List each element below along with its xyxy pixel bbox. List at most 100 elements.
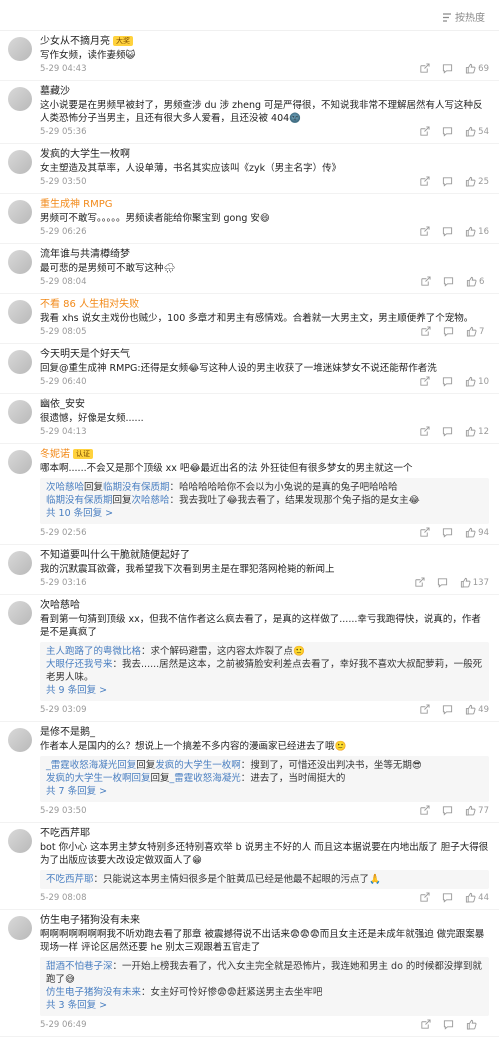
like-icon[interactable]: [465, 426, 476, 437]
share-icon[interactable]: [414, 577, 425, 588]
reply-icon[interactable]: [443, 326, 454, 337]
reply-icon[interactable]: [442, 63, 453, 74]
avatar[interactable]: [8, 37, 32, 61]
reply-icon[interactable]: [443, 1019, 454, 1030]
reply-author[interactable]: 临期没有保质期: [46, 495, 113, 506]
reply-author[interactable]: 发疯的大学生一枚啊回复: [46, 773, 151, 784]
like-icon[interactable]: [465, 63, 476, 74]
avatar[interactable]: [8, 300, 32, 324]
share-icon[interactable]: [419, 892, 430, 903]
avatar[interactable]: [8, 551, 32, 575]
like-icon[interactable]: [465, 376, 476, 387]
comment-author[interactable]: 今天明天是个好天气: [40, 349, 130, 360]
reply-icon[interactable]: [442, 176, 453, 187]
like-icon[interactable]: [466, 326, 477, 337]
reply-icon[interactable]: [442, 226, 453, 237]
comment-author[interactable]: 不知道要叫什么干脆就随便起好了: [40, 550, 190, 561]
more-replies-link[interactable]: 共 3 条回复 >: [46, 999, 483, 1013]
comment-author[interactable]: 幽依_安安: [40, 399, 85, 410]
comment-author[interactable]: 次哈慈哈: [40, 600, 80, 611]
reply-item: 发疯的大学生一枚啊回复回复_雷霆收怒海凝光：进去了，当时闹挺大的: [46, 772, 483, 785]
reply-target[interactable]: 发疯的大学生一枚啊: [155, 760, 241, 771]
share-icon[interactable]: [420, 276, 431, 287]
like-icon[interactable]: [465, 126, 476, 137]
avatar[interactable]: [8, 87, 32, 111]
reply-author[interactable]: 主人跑路了的粤微比格: [46, 646, 141, 657]
like-icon[interactable]: [466, 1019, 477, 1030]
share-icon[interactable]: [419, 805, 430, 816]
like-icon[interactable]: [465, 527, 476, 538]
reply-target[interactable]: 次哈慈哈: [132, 495, 170, 506]
avatar[interactable]: [8, 601, 32, 625]
like-icon[interactable]: [465, 704, 476, 715]
reply-author[interactable]: 不吃西芹耶: [46, 874, 94, 885]
like-count: 49: [478, 705, 489, 715]
comment-author[interactable]: 冬妮诺: [40, 449, 70, 460]
reply-icon[interactable]: [443, 276, 454, 287]
comment-text: 最可悲的是男频可不敢写这种🌧: [40, 263, 176, 274]
more-replies-link[interactable]: 共 7 条回复 >: [46, 785, 483, 799]
comment-author[interactable]: 仿生电子猪狗没有未来: [40, 915, 140, 926]
share-icon[interactable]: [419, 176, 430, 187]
share-icon[interactable]: [419, 126, 430, 137]
comment-time: 5-29 06:49: [40, 1020, 87, 1030]
comment-item: 墓藏沙 这小说要是在男频早被封了，男频查涉 du 涉 zheng 可是严得很，不知…: [0, 81, 499, 144]
like-icon[interactable]: [465, 892, 476, 903]
share-icon[interactable]: [420, 1019, 431, 1030]
reply-icon[interactable]: [442, 126, 453, 137]
reply-author[interactable]: 仿生电子猪狗没有未来: [46, 987, 141, 998]
reply-author[interactable]: _雷霆收怒海凝光回复: [46, 760, 136, 771]
reply-author[interactable]: 甜酒不怕巷子深: [46, 961, 113, 972]
avatar[interactable]: [8, 450, 32, 474]
reply-icon[interactable]: [442, 527, 453, 538]
share-icon[interactable]: [419, 704, 430, 715]
reply-icon[interactable]: [442, 426, 453, 437]
like-icon[interactable]: [465, 805, 476, 816]
reply-author[interactable]: 次哈慈哈: [46, 482, 84, 493]
reply-author[interactable]: 大眼仔还我号来: [46, 659, 113, 670]
share-icon[interactable]: [419, 226, 430, 237]
reply-target[interactable]: 临期没有保质期: [103, 482, 170, 493]
comment-author[interactable]: 发疯的大学生一枚啊: [40, 149, 130, 160]
comment-author[interactable]: 不看 86 人生相对失败: [40, 299, 139, 310]
like-icon[interactable]: [460, 577, 471, 588]
reply-icon[interactable]: [442, 805, 453, 816]
reply-icon[interactable]: [442, 376, 453, 387]
avatar[interactable]: [8, 829, 32, 853]
comment-author-row: 发疯的大学生一枚啊: [40, 148, 489, 162]
reply-target[interactable]: _雷霆收怒海凝光: [170, 773, 241, 784]
share-icon[interactable]: [419, 376, 430, 387]
avatar[interactable]: [8, 728, 32, 752]
more-replies-link[interactable]: 共 9 条回复 >: [46, 684, 483, 698]
comment-author[interactable]: 不吃西芹耶: [40, 828, 90, 839]
sort-toggle[interactable]: 按热度: [442, 9, 485, 24]
share-icon[interactable]: [420, 326, 431, 337]
share-icon[interactable]: [419, 527, 430, 538]
like-icon[interactable]: [466, 276, 477, 287]
more-replies-link[interactable]: 共 10 条回复 >: [46, 507, 483, 521]
reply-icon[interactable]: [437, 577, 448, 588]
comment-item: 冬妮诺 认证 哪本啊......不会又是那个顶级 xx 吧😂最近出名的法 外狂徒但有…: [0, 444, 499, 545]
avatar[interactable]: [8, 400, 32, 424]
like-count: 44: [478, 893, 489, 903]
comment-author[interactable]: 流年谁与共清樽绮梦: [40, 249, 130, 260]
reply-icon[interactable]: [442, 892, 453, 903]
avatar[interactable]: [8, 200, 32, 224]
share-icon[interactable]: [419, 63, 430, 74]
avatar[interactable]: [8, 350, 32, 374]
comment-time: 5-29 05:36: [40, 127, 87, 137]
comment-author[interactable]: 少女从不摘月亮: [40, 36, 110, 47]
comment-author[interactable]: 重生成神 RMPG: [40, 199, 113, 210]
like-icon[interactable]: [465, 176, 476, 187]
comment-time: 5-29 03:09: [40, 705, 87, 715]
like-icon[interactable]: [465, 226, 476, 237]
reply-icon[interactable]: [442, 704, 453, 715]
avatar[interactable]: [8, 250, 32, 274]
comment-author[interactable]: 是修不是鹅_: [40, 727, 95, 738]
share-icon[interactable]: [419, 426, 430, 437]
sort-icon: [442, 13, 452, 22]
avatar[interactable]: [8, 150, 32, 174]
avatar[interactable]: [8, 916, 32, 940]
reply-prefix: 回复: [136, 760, 156, 771]
comment-author[interactable]: 墓藏沙: [40, 86, 70, 97]
